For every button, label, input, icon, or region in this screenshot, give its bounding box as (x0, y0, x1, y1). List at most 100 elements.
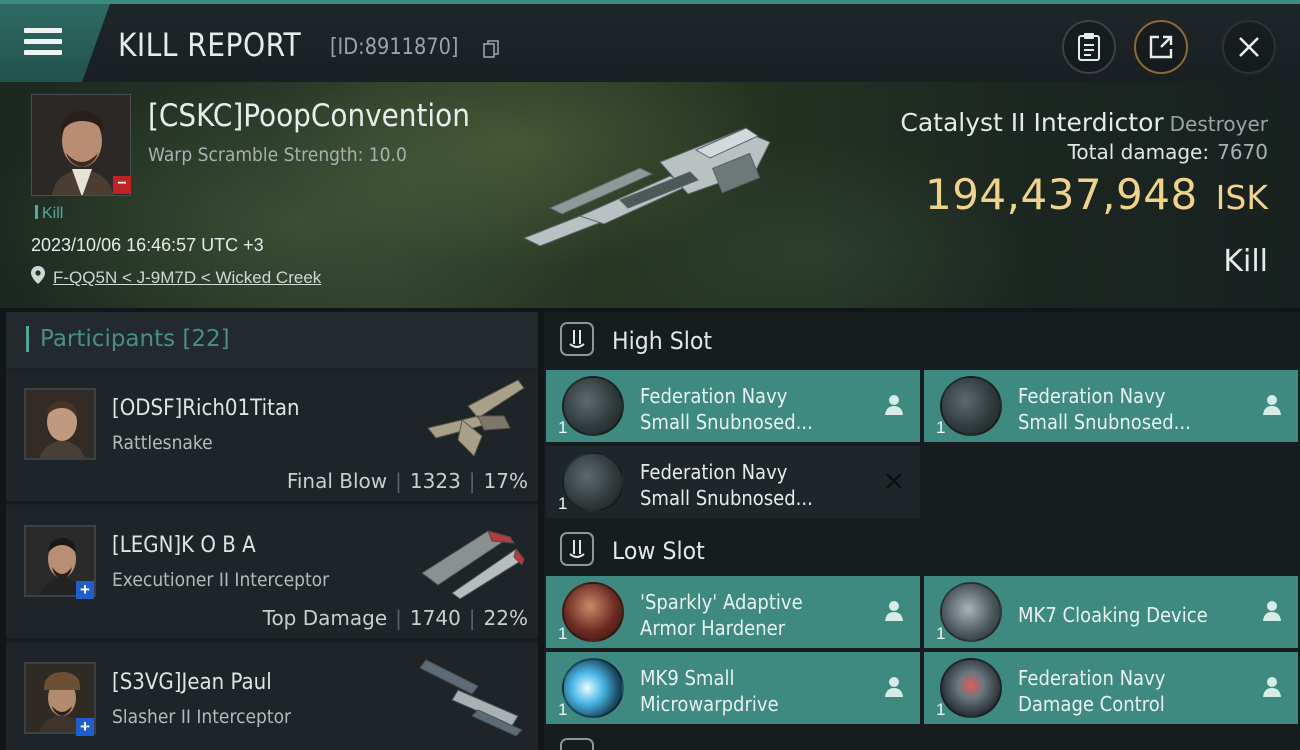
total-damage: Total damage: 7670 (1068, 140, 1268, 164)
microwarpdrive-icon (562, 658, 624, 718)
damage-control-icon (940, 658, 1002, 718)
dropped-person-icon (885, 677, 903, 697)
total-damage-label: Total damage: (1067, 140, 1210, 164)
participant-row[interactable]: + [S3VG]Jean Paul Slasher II Interceptor (6, 644, 538, 750)
victim-ship-image[interactable] (520, 120, 780, 250)
low-slot-header: Low Slot (544, 522, 1300, 578)
dropped-person-icon (1263, 395, 1281, 415)
copy-icon[interactable] (483, 40, 499, 58)
isk-unit: ISK (1215, 178, 1268, 217)
victim-summary: − [CSKC]PoopConvention Warp Scramble Str… (0, 82, 1300, 308)
dropped-person-icon (885, 601, 903, 621)
kill-report-header: KILL REPORT [ID:8911870] (0, 0, 1300, 82)
kill-id: [ID:8911870] (330, 35, 459, 60)
module-item[interactable]: 1 MK9 Small Microwarpdrive (546, 652, 920, 724)
mid-slot-icon (560, 738, 594, 750)
location-pin-icon (31, 266, 45, 284)
module-name: MK7 Cloaking Device (1018, 602, 1234, 628)
module-item[interactable]: 1 Federation Navy Damage Control (924, 652, 1298, 724)
module-name-line1: Federation Navy (640, 460, 788, 484)
participant-row[interactable]: + [LEGN]K O B A Executioner II Intercept… (6, 507, 538, 641)
kill-tag: Kill (35, 205, 63, 223)
share-icon (1149, 35, 1173, 59)
participant-ship-image (419, 659, 523, 736)
module-item[interactable]: 1 Federation Navy Small Snubnosed... (546, 370, 920, 442)
module-name-line2: Small Snubnosed... (640, 410, 813, 434)
clipboard-button[interactable] (1062, 20, 1116, 74)
module-name: Federation Navy Small Snubnosed... (640, 459, 856, 511)
module-name-line2: Small Snubnosed... (640, 486, 813, 510)
participant-damage: 1323 (409, 469, 461, 493)
module-name-line1: MK7 Cloaking Device (1018, 603, 1208, 627)
clipboard-icon (1078, 33, 1100, 61)
location-link[interactable]: F-QQ5N < J-9M7D < Wicked Creek (53, 268, 321, 288)
participant-percent: 17% (483, 469, 528, 493)
participant-role: Top Damage (262, 606, 388, 630)
share-button[interactable] (1134, 20, 1188, 74)
isk-value: 194,437,948 ISK (925, 170, 1268, 219)
module-name: MK9 Small Microwarpdrive (640, 665, 856, 717)
victim-subtitle: Warp Scramble Strength: 10.0 (148, 144, 407, 166)
blaster-module-icon (562, 452, 624, 512)
module-quantity: 1 (936, 624, 946, 643)
module-name: Federation Navy Small Snubnosed... (1018, 383, 1234, 435)
kill-timestamp: 2023/10/06 16:46:57 UTC +3 (31, 235, 264, 255)
module-quantity: 1 (558, 624, 568, 643)
module-name-line2: Armor Hardener (640, 616, 786, 640)
participant-damage: 1740 (409, 606, 461, 630)
victim-ship-name[interactable]: Catalyst II Interdictor Destroyer (900, 108, 1268, 137)
hostile-badge: − (113, 176, 131, 194)
module-item[interactable]: 1 MK7 Cloaking Device (924, 576, 1298, 648)
fitting-panel: High Slot 1 Federation Navy Small Snubno… (544, 312, 1300, 750)
close-button[interactable] (1222, 20, 1276, 74)
module-item[interactable]: 1 'Sparkly' Adaptive Armor Hardener (546, 576, 920, 648)
menu-icon[interactable] (24, 26, 62, 58)
module-name-line1: Federation Navy (640, 384, 788, 408)
next-slot-header (544, 730, 1300, 750)
low-slot-icon (560, 532, 594, 566)
module-quantity: 1 (558, 494, 568, 513)
module-name: 'Sparkly' Adaptive Armor Hardener (640, 589, 856, 641)
participants-title: Participants [22] (40, 326, 230, 352)
participant-percent: 22% (483, 606, 528, 630)
module-quantity: 1 (936, 418, 946, 437)
module-name-line2: Small Snubnosed... (1018, 410, 1191, 434)
participant-name[interactable]: [ODSF]Rich01Titan (112, 396, 300, 421)
armor-hardener-icon (562, 582, 624, 642)
ship-type: Catalyst II Interdictor (900, 108, 1164, 137)
participant-stats: Final Blow | 1323 | 17% (286, 469, 528, 493)
low-slot-title: Low Slot (612, 537, 705, 565)
dropped-person-icon (1263, 601, 1281, 621)
close-icon (1239, 37, 1259, 57)
module-item[interactable]: 1 Federation Navy Small Snubnosed... (546, 446, 920, 518)
participant-ship: Slasher II Interceptor (112, 706, 292, 728)
module-name-line1: MK9 Small (640, 666, 735, 690)
participant-stats: Top Damage | 1740 | 22% (262, 606, 528, 630)
participant-row[interactable]: [ODSF]Rich01Titan Rattlesnake Final Blow… (6, 370, 538, 504)
victim-name[interactable]: [CSKC]PoopConvention (148, 98, 470, 134)
module-quantity: 1 (558, 418, 568, 437)
high-slot-icon (560, 322, 594, 356)
module-name-line1: 'Sparkly' Adaptive (640, 590, 803, 614)
participants-label: Participants (40, 326, 176, 352)
participant-avatar (24, 388, 96, 460)
blaster-module-icon (562, 376, 624, 436)
total-damage-value: 7670 (1217, 140, 1268, 164)
module-name: Federation Navy Damage Control (1018, 665, 1234, 717)
module-quantity: 1 (936, 700, 946, 719)
module-quantity: 1 (558, 700, 568, 719)
participants-panel: Participants [22] [ODSF]Rich01Titan Ratt… (6, 312, 538, 750)
participant-role: Final Blow (286, 469, 388, 493)
participant-ship: Rattlesnake (112, 432, 213, 454)
participant-ship-image (427, 379, 525, 457)
dropped-person-icon (1263, 677, 1281, 697)
participant-name[interactable]: [LEGN]K O B A (112, 533, 256, 558)
result-label: Kill (1223, 244, 1268, 279)
ship-class: Destroyer (1169, 112, 1268, 136)
module-name-line1: Federation Navy (1018, 384, 1166, 408)
participant-ship: Executioner II Interceptor (112, 569, 330, 591)
participant-name[interactable]: [S3VG]Jean Paul (112, 670, 272, 695)
module-item[interactable]: 1 Federation Navy Small Snubnosed... (924, 370, 1298, 442)
module-name-line2: Microwarpdrive (640, 692, 779, 716)
dropped-person-icon (885, 395, 903, 415)
